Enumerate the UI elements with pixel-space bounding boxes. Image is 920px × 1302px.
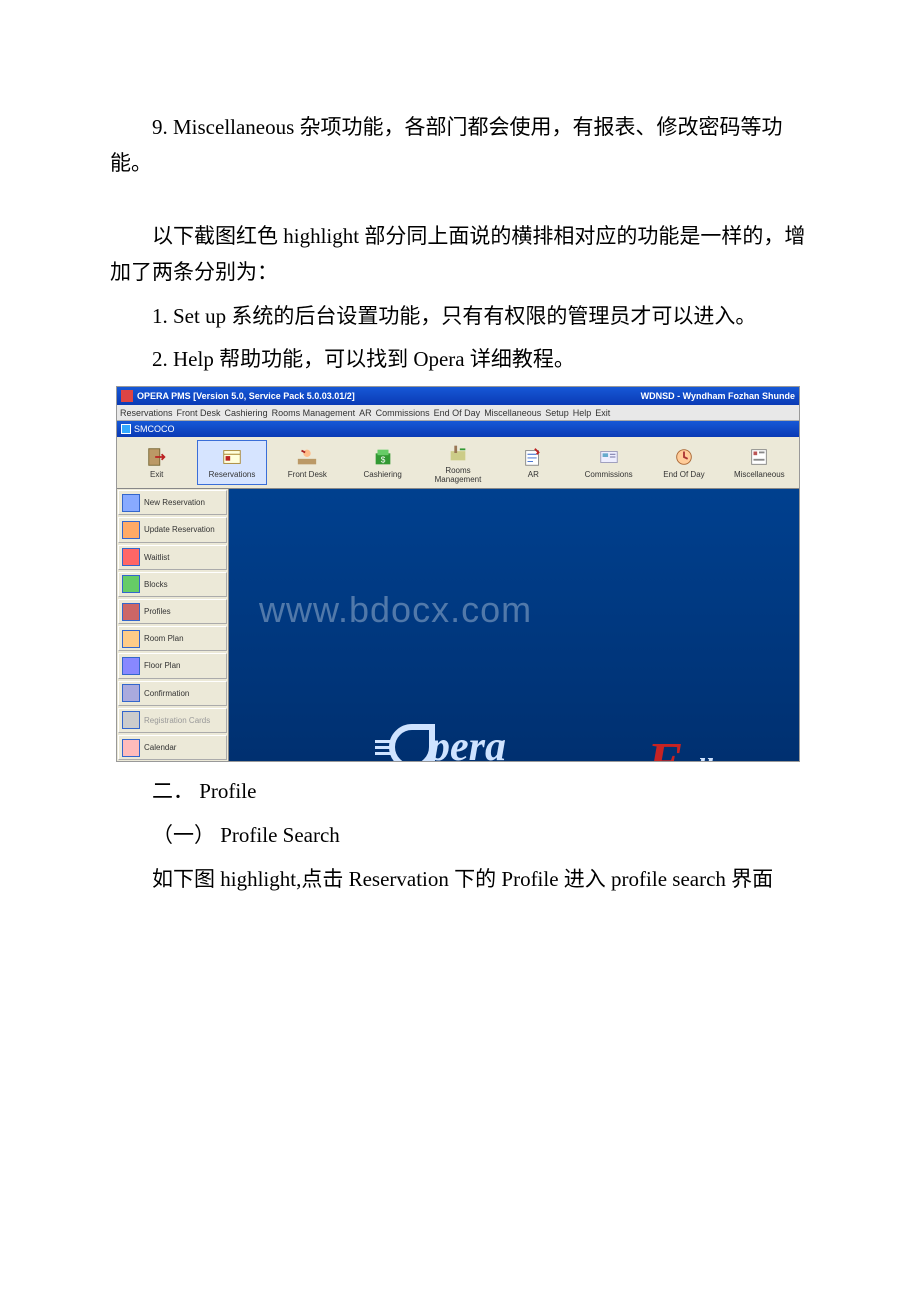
toolbar-commissions[interactable]: Commissions — [574, 440, 643, 485]
sidebar-new-reservation[interactable]: New Reservation — [118, 490, 227, 515]
menu-commissions[interactable]: Commissions — [376, 408, 430, 418]
toolbar-reservations[interactable]: Reservations — [197, 440, 266, 485]
sidebar-blocks[interactable]: Blocks — [118, 572, 227, 597]
exit-icon — [146, 446, 168, 468]
menu-end-of-day[interactable]: End Of Day — [434, 408, 481, 418]
menu-bar: Reservations Front Desk Cashiering Rooms… — [117, 405, 799, 421]
toolbar-cashiering[interactable]: $ Cashiering — [348, 440, 417, 485]
menu-setup[interactable]: Setup — [545, 408, 569, 418]
room-plan-icon — [122, 630, 140, 648]
menu-miscellaneous[interactable]: Miscellaneous — [484, 408, 541, 418]
menu-front-desk[interactable]: Front Desk — [177, 408, 221, 418]
sidebar-label: Registration Cards — [144, 716, 210, 725]
update-reservation-icon — [122, 521, 140, 539]
sidebar-label: Waitlist — [144, 553, 169, 562]
toolbar-ar-label: AR — [528, 470, 539, 479]
front-desk-icon — [296, 446, 318, 468]
menu-help[interactable]: Help — [573, 408, 592, 418]
paragraph-intro: 以下截图红色 highlight 部分同上面说的横排相对应的功能是一样的，增加了… — [110, 219, 810, 290]
sidebar-label: Calendar — [144, 743, 176, 752]
toolbar-end-of-day[interactable]: End Of Day — [649, 440, 718, 485]
full-ull: ull — [682, 754, 713, 761]
sidebar-confirmation[interactable]: Confirmation — [118, 681, 227, 706]
paragraph-2-help: 2. Help 帮助功能，可以找到 Opera 详细教程。 — [110, 342, 810, 378]
heading-profile-search: （一） Profile Search — [110, 818, 810, 854]
user-bar: SMCOCO — [117, 421, 799, 437]
toolbar-rooms-label: Rooms Management — [423, 466, 492, 484]
toolbar-exit[interactable]: Exit — [122, 440, 191, 485]
toolbar-front-desk-label: Front Desk — [288, 470, 327, 479]
sidebar-label: Confirmation — [144, 689, 189, 698]
cashiering-icon: $ — [372, 446, 394, 468]
opera-o-icon — [389, 724, 435, 761]
sidebar-floor-plan[interactable]: Floor Plan — [118, 653, 227, 678]
heading-profile: 二． Profile — [110, 774, 810, 810]
sidebar-calendar[interactable]: Calendar — [118, 735, 227, 760]
ar-icon — [522, 446, 544, 468]
menu-rooms-management[interactable]: Rooms Management — [272, 408, 356, 418]
toolbar-front-desk[interactable]: Front Desk — [273, 440, 342, 485]
toolbar: Exit Reservations Front Desk $ Cashierin… — [117, 437, 799, 489]
calendar-icon — [122, 739, 140, 757]
sidebar-waitlist[interactable]: Waitlist — [118, 545, 227, 570]
sidebar-label: New Reservation — [144, 498, 205, 507]
sidebar-room-plan[interactable]: Room Plan — [118, 626, 227, 651]
toolbar-commissions-label: Commissions — [585, 470, 633, 479]
profiles-icon — [122, 603, 140, 621]
end-of-day-icon — [673, 446, 695, 468]
sidebar-profiles[interactable]: Profiles — [118, 599, 227, 624]
menu-cashiering[interactable]: Cashiering — [225, 408, 268, 418]
paragraph-1-setup: 1. Set up 系统的后台设置功能，只有有权限的管理员才可以进入。 — [110, 299, 810, 335]
sidebar-label: Room Plan — [144, 634, 184, 643]
toolbar-rooms-mgmt[interactable]: Rooms Management — [423, 440, 492, 485]
paragraph-profile-instr: 如下图 highlight,点击 Reservation 下的 Profile … — [110, 862, 810, 898]
opera-pms-screenshot: OPERA PMS [Version 5.0, Service Pack 5.0… — [116, 386, 800, 762]
toolbar-misc-label: Miscellaneous — [734, 470, 785, 479]
toolbar-exit-label: Exit — [150, 470, 163, 479]
confirmation-icon — [122, 684, 140, 702]
user-icon — [121, 424, 131, 434]
sidebar-registration-cards[interactable]: Registration Cards — [118, 708, 227, 733]
menu-exit[interactable]: Exit — [595, 408, 610, 418]
toolbar-eod-label: End Of Day — [663, 470, 704, 479]
sidebar-label: Profiles — [144, 607, 171, 616]
blocks-icon — [122, 575, 140, 593]
watermark-text: www.bdocx.com — [259, 589, 532, 631]
waitlist-icon — [122, 548, 140, 566]
sidebar-update-reservation[interactable]: Update Reservation — [118, 517, 227, 542]
title-right: WDNSD - Wyndham Fozhan Shunde — [641, 391, 795, 401]
opera-logo: pera — [389, 723, 506, 761]
toolbar-cashiering-label: Cashiering — [364, 470, 402, 479]
full-f: F — [647, 732, 682, 761]
toolbar-ar[interactable]: AR — [499, 440, 568, 485]
sidebar-label: Blocks — [144, 580, 168, 589]
svg-text:$: $ — [380, 456, 385, 465]
app-icon — [121, 390, 133, 402]
user-name: SMCOCO — [134, 424, 175, 434]
commissions-icon — [598, 446, 620, 468]
rooms-icon — [447, 442, 469, 464]
work-area: New Reservation Update Reservation Waitl… — [117, 489, 799, 761]
reservations-icon — [221, 446, 243, 468]
new-reservation-icon — [122, 494, 140, 512]
stage-area: www.bdocx.com pera Full — [229, 489, 799, 761]
misc-icon — [748, 446, 770, 468]
title-left: OPERA PMS [Version 5.0, Service Pack 5.0… — [137, 391, 355, 401]
toolbar-miscellaneous[interactable]: Miscellaneous — [725, 440, 794, 485]
menu-ar[interactable]: AR — [359, 408, 372, 418]
paragraph-9-misc: 9. Miscellaneous 杂项功能，各部门都会使用，有报表、修改密码等功… — [110, 110, 810, 181]
reg-cards-icon — [122, 711, 140, 729]
opera-text: pera — [429, 724, 506, 761]
floor-plan-icon — [122, 657, 140, 675]
sidebar: New Reservation Update Reservation Waitl… — [117, 489, 229, 761]
toolbar-reservations-label: Reservations — [209, 470, 256, 479]
window-titlebar: OPERA PMS [Version 5.0, Service Pack 5.0… — [117, 387, 799, 405]
full-service-logo: Full — [647, 732, 769, 761]
sidebar-label: Update Reservation — [144, 525, 215, 534]
menu-reservations[interactable]: Reservations — [120, 408, 173, 418]
sidebar-label: Floor Plan — [144, 661, 180, 670]
